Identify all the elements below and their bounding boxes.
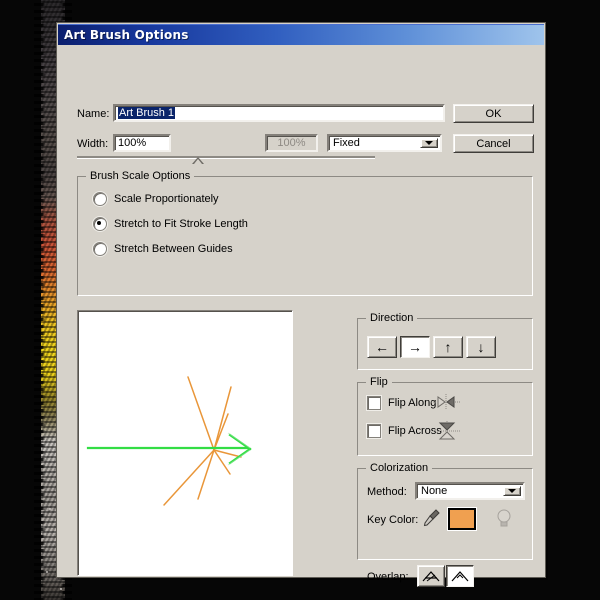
direction-legend: Direction (366, 312, 418, 324)
radio-label: Scale Proportionately (114, 193, 219, 205)
direction-right-button[interactable]: → (400, 336, 430, 358)
radio-label: Stretch to Fit Stroke Length (114, 218, 248, 230)
flip-legend: Flip (366, 376, 392, 388)
method-label: Method: (367, 486, 407, 498)
checkbox-icon[interactable] (367, 424, 381, 438)
overlap-label: Overlap: (367, 571, 409, 583)
cancel-button-label: Cancel (476, 137, 511, 150)
arrow-left-icon: ← (375, 339, 389, 355)
brush-scale-legend: Brush Scale Options (86, 170, 195, 182)
direction-left-button[interactable]: ← (367, 336, 397, 358)
checkbox-icon[interactable] (367, 396, 381, 410)
width-input-value: 100% (118, 137, 147, 149)
art-brush-options-dialog: Art Brush Options Name: Art Brush 1 OK W… (56, 22, 546, 587)
ok-button-label: OK (485, 107, 502, 120)
arrow-down-icon: ↓ (477, 339, 485, 355)
width-method-select[interactable]: Fixed (327, 134, 442, 152)
width-variation-value: 100% (265, 134, 318, 152)
name-label: Name: (77, 108, 110, 120)
radio-stretch-to-fit-stroke-length[interactable]: Stretch to Fit Stroke Length (93, 217, 248, 231)
stroke-speck (60, 588, 62, 590)
name-input[interactable]: Art Brush 1 (113, 104, 445, 122)
checkbox-flip-across[interactable]: Flip Across (367, 424, 442, 438)
width-variation-text: 100% (277, 137, 306, 149)
radio-icon[interactable] (93, 242, 107, 256)
colorization-method-value: None (421, 485, 448, 497)
lightbulb-icon[interactable] (495, 507, 513, 529)
dialog-titlebar[interactable]: Art Brush Options (58, 24, 544, 45)
direction-down-button[interactable]: ↓ (466, 336, 496, 358)
flip-across-preview-icon (433, 421, 461, 440)
overlap-prevent-icon (451, 571, 469, 582)
brush-preview-pane[interactable] (77, 310, 293, 576)
checkbox-flip-along[interactable]: Flip Along (367, 396, 436, 410)
screenshot-root: Art Brush Options Name: Art Brush 1 OK W… (0, 0, 600, 600)
key-color-label: Key Color: (367, 514, 419, 526)
key-color-swatch[interactable] (448, 508, 476, 530)
radio-scale-proportionately[interactable]: Scale Proportionately (93, 192, 219, 206)
eyedropper-icon[interactable] (423, 508, 441, 528)
radio-icon[interactable] (93, 217, 107, 231)
width-input[interactable]: 100% (113, 134, 171, 152)
dialog-title: Art Brush Options (64, 28, 189, 42)
name-input-value: Art Brush 1 (118, 107, 176, 119)
colorization-method-select[interactable]: None (415, 482, 525, 500)
width-method-value: Fixed (333, 137, 360, 149)
cancel-button[interactable]: Cancel (453, 134, 534, 153)
width-slider-track[interactable] (77, 156, 375, 159)
arrow-right-icon: → (408, 339, 422, 355)
stroke-speck (49, 508, 51, 510)
flip-along-preview-icon (431, 394, 461, 410)
chevron-down-icon[interactable] (420, 138, 438, 148)
radio-stretch-between-guides[interactable]: Stretch Between Guides (93, 242, 233, 256)
direction-up-button[interactable]: ↑ (433, 336, 463, 358)
overlap-prevent-button[interactable] (446, 565, 474, 587)
ok-button[interactable]: OK (453, 104, 534, 123)
arrow-up-icon: ↑ (444, 339, 452, 355)
radio-icon[interactable] (93, 192, 107, 206)
width-slider-thumb[interactable] (192, 157, 204, 164)
overlap-allow-button[interactable] (417, 565, 445, 587)
radio-label: Stretch Between Guides (114, 243, 233, 255)
brush-preview-artwork (86, 376, 252, 506)
overlap-allow-icon (422, 571, 440, 582)
chevron-down-icon[interactable] (503, 486, 521, 496)
width-label: Width: (77, 138, 109, 150)
colorization-legend: Colorization (366, 462, 433, 474)
stroke-speck (46, 571, 48, 573)
